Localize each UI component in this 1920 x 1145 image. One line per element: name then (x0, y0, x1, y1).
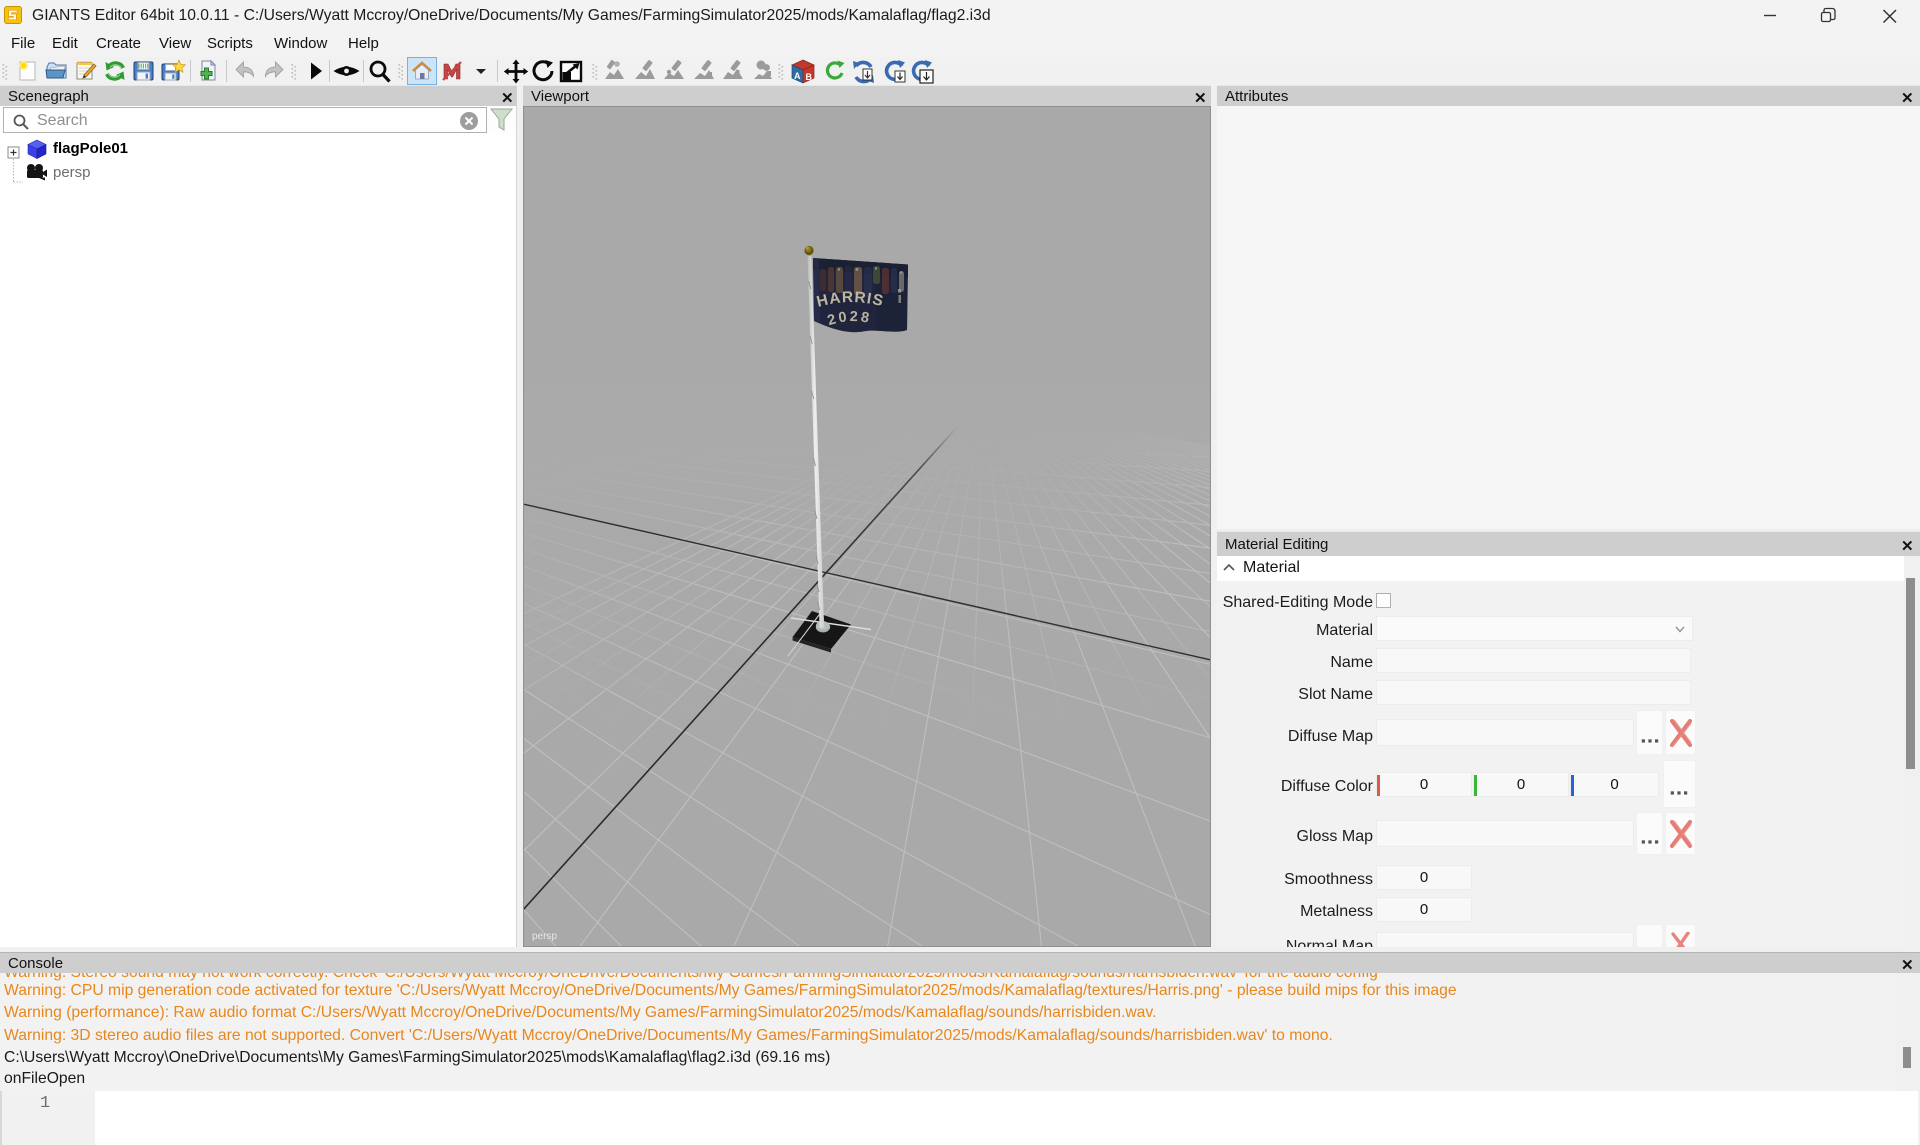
svg-text:B: B (806, 72, 813, 82)
svg-text:persp: persp (532, 931, 557, 942)
svg-text:A: A (794, 71, 801, 81)
